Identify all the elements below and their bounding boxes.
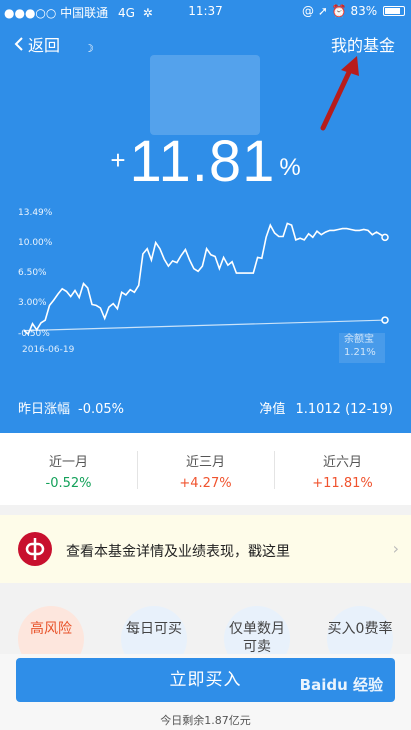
- status-right-group: @ ➚ ⏰ 83%: [302, 4, 405, 18]
- return-value: 11.81: [129, 129, 276, 194]
- hero-panel: ●●●○○ 中国联通 4G ✲ 11:37 @ ➚ ⏰ 83% 返回 ☽ 我的基…: [0, 0, 411, 433]
- yuebao-line: [23, 319, 386, 332]
- at-icon: @: [302, 4, 314, 18]
- fund-name-blurred: [150, 55, 260, 135]
- fund-line-end-point: [381, 233, 389, 242]
- nav-value: 1.1012: [295, 402, 341, 417]
- banner-text: 查看本基金详情及业绩表现，戳这里: [66, 544, 290, 560]
- back-button[interactable]: 返回: [12, 32, 60, 56]
- period-1m[interactable]: 近一月 -0.52%: [0, 433, 137, 505]
- period-label: 近一月: [48, 455, 88, 470]
- alarm-icon: ⏰: [331, 4, 347, 18]
- status-bar: ●●●○○ 中国联通 4G ✲ 11:37 @ ➚ ⏰ 83%: [0, 0, 411, 22]
- fund-company-logo-icon: [18, 532, 52, 566]
- moon-icon: ☽: [84, 42, 94, 55]
- baidu-watermark: Baidu 经验: [299, 676, 383, 694]
- performance-chart: 13.49% 10.00% 6.50% 3.00% -0.50% 2016-06…: [0, 205, 411, 365]
- annotation-arrow-icon: [320, 56, 359, 131]
- fund-detail-banner[interactable]: 查看本基金详情及业绩表现，戳这里 ›: [0, 515, 411, 583]
- chevron-right-icon: ›: [392, 539, 399, 558]
- x-start-label: 2016-06-19: [22, 345, 75, 355]
- return-unit: %: [279, 154, 301, 181]
- period-value: +4.27%: [179, 476, 232, 491]
- location-icon: ➚: [317, 4, 328, 18]
- yuebao-value: 1.21%: [344, 347, 376, 358]
- yuebao-line-end-point: [381, 316, 389, 324]
- yesterday-value: -0.05%: [78, 402, 125, 417]
- yesterday-change: 昨日涨幅 -0.05%: [18, 398, 124, 417]
- yesterday-label: 昨日涨幅: [18, 402, 71, 417]
- battery-icon: [383, 6, 405, 16]
- yuebao-name: 余额宝: [344, 334, 374, 345]
- net-value: 净值 1.1012 (12-19): [259, 398, 393, 417]
- yuebao-annotation: 余额宝 1.21%: [339, 333, 385, 363]
- nav-date: (12-19): [345, 402, 393, 417]
- bottom-bar: 立即买入 今日剩余1.87亿元 Baidu 经验: [0, 654, 411, 730]
- total-return: +11.81%: [0, 128, 411, 195]
- period-6m[interactable]: 近六月 +11.81%: [274, 433, 411, 505]
- remaining-quota: 今日剩余1.87亿元: [160, 714, 251, 727]
- period-value: +11.81%: [312, 476, 373, 491]
- period-value: -0.52%: [45, 476, 92, 491]
- period-label: 近三月: [185, 455, 225, 470]
- back-label: 返回: [28, 36, 61, 55]
- period-3m[interactable]: 近三月 +4.27%: [137, 433, 274, 505]
- fund-tags: 高风险 每日可买 仅单数月可卖 买入0费率: [0, 592, 411, 672]
- my-fund-link[interactable]: 我的基金: [331, 32, 395, 56]
- battery-percent: 83%: [350, 4, 378, 18]
- period-label: 近六月: [322, 455, 362, 470]
- nav-label: 净值: [259, 402, 286, 417]
- period-returns: 近一月 -0.52% 近三月 +4.27% 近六月 +11.81%: [0, 433, 411, 505]
- return-sign: +: [110, 145, 126, 175]
- fund-return-line: [23, 222, 386, 336]
- chevron-left-icon: [14, 37, 23, 51]
